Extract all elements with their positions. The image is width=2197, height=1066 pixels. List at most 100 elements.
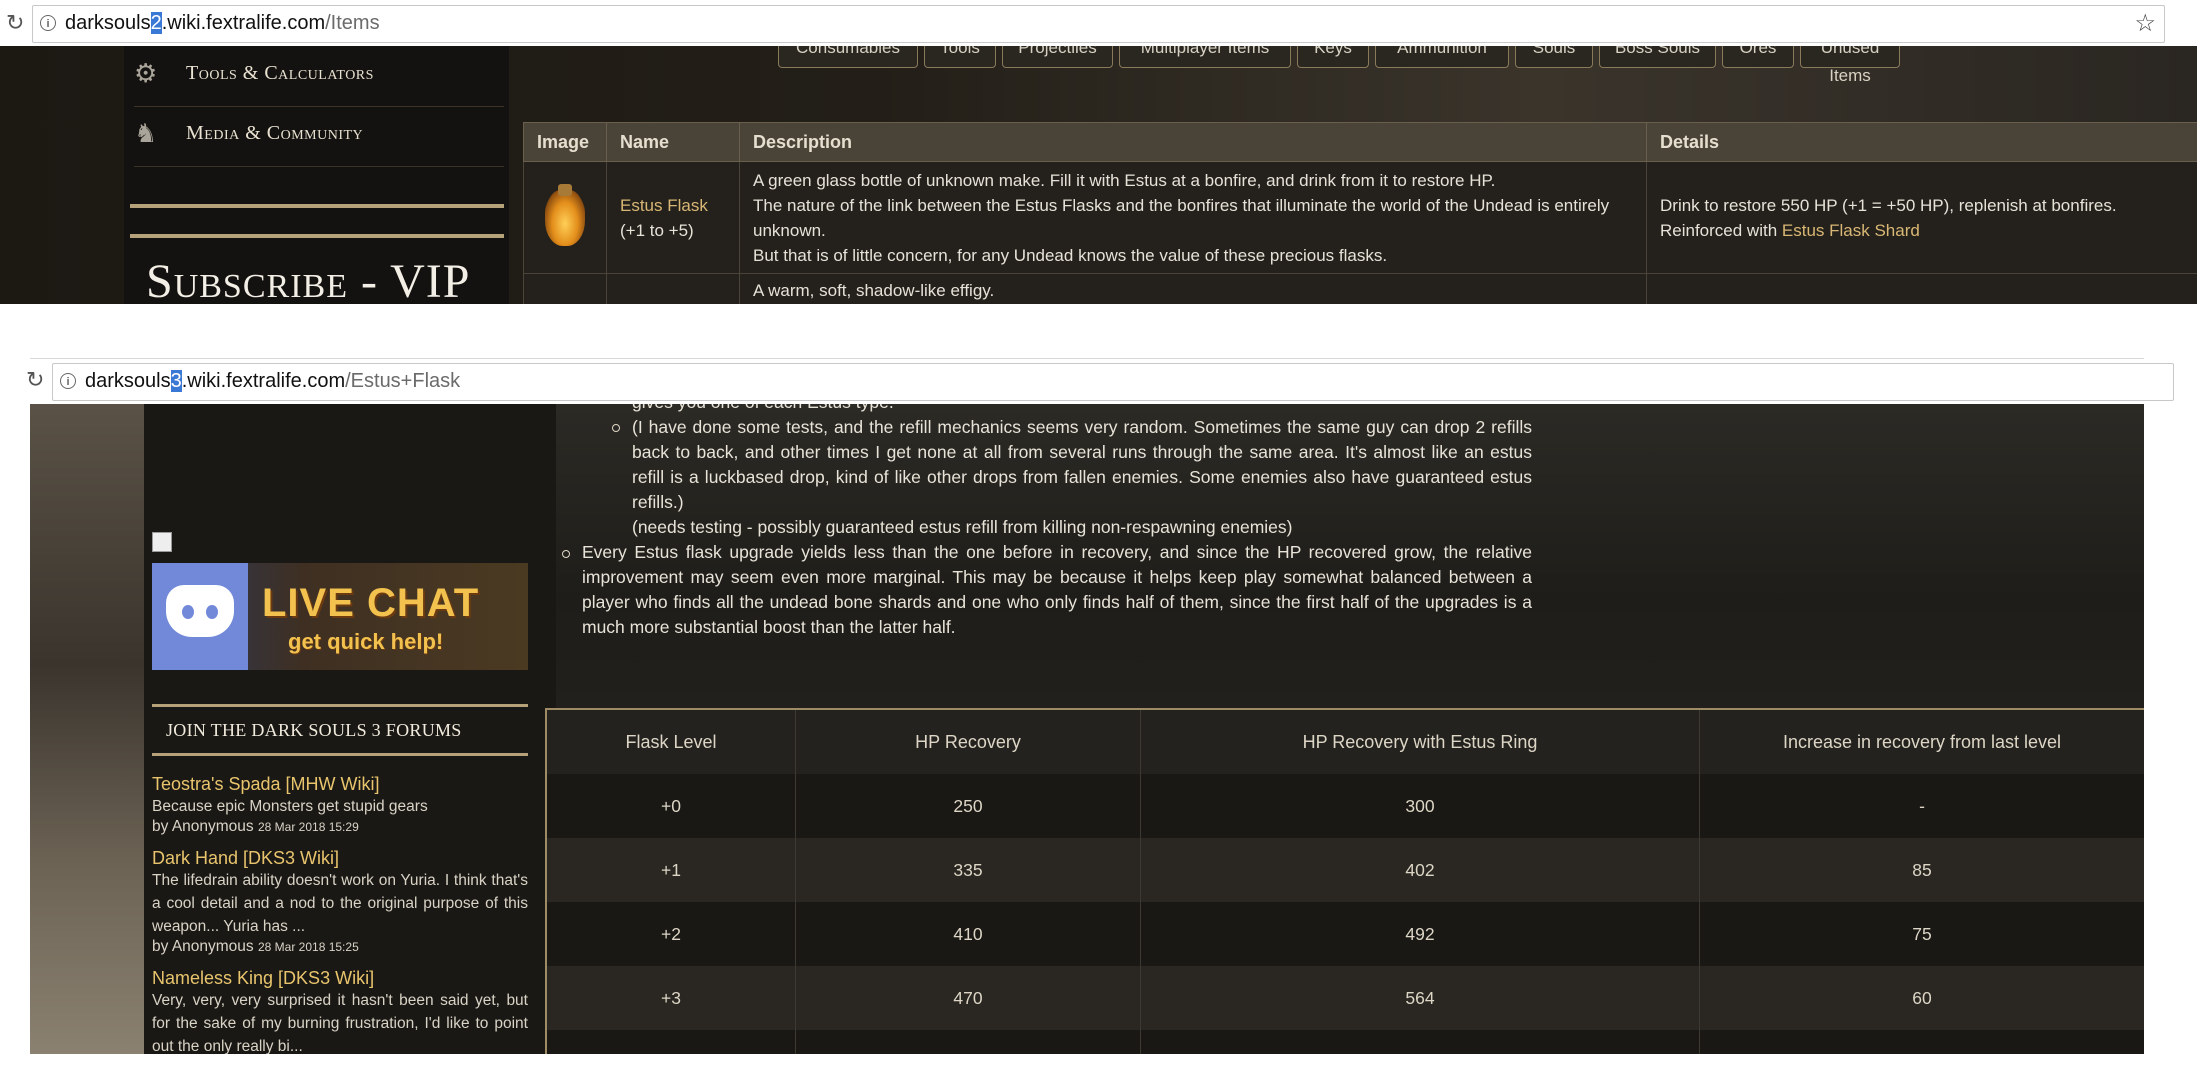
forum-post-byline: by Anonymous 28 Mar 2018 15:29 — [152, 818, 359, 835]
item-description-cell: A warm, soft, shadow-like effigy. — [739, 273, 1647, 304]
col-header-image[interactable]: Image — [523, 122, 607, 162]
info-icon[interactable]: i — [40, 15, 56, 31]
tab-ores[interactable]: Ores — [1722, 46, 1794, 68]
item-image-cell — [523, 161, 607, 274]
increase-cell: 85 — [1699, 838, 2144, 902]
increase-cell: - — [1699, 774, 2144, 838]
hp-cell: 250 — [795, 774, 1141, 838]
table-row: +4 515 618 45 — [546, 1030, 2144, 1054]
broken-image-icon — [152, 532, 172, 552]
table-row: +3 470 564 60 — [546, 966, 2144, 1030]
tab-projectiles[interactable]: Projectiles — [1002, 46, 1113, 68]
increase-cell: 75 — [1699, 902, 2144, 966]
col-header-hp-recovery[interactable]: HP Recovery — [795, 709, 1141, 774]
top-address-bar: ↻ i darksouls2.wiki.fextralife.com/Items… — [0, 0, 2197, 47]
item-description-cell: A green glass bottle of unknown make. Fi… — [739, 161, 1647, 274]
hp-ring-cell: 300 — [1140, 774, 1700, 838]
forum-post-body: Because epic Monsters get stupid gears — [152, 798, 428, 815]
divider — [130, 204, 504, 208]
tab-consumables[interactable]: Consumables — [778, 46, 918, 68]
live-chat-banner[interactable]: LIVE CHAT get quick help! — [152, 563, 528, 670]
reload-icon[interactable]: ↻ — [6, 10, 24, 36]
estus-flask-image[interactable] — [545, 183, 585, 246]
tab-souls[interactable]: Souls — [1515, 46, 1593, 68]
ds3-page: LIVE CHAT get quick help! JOIN THE DARK … — [30, 404, 2144, 1054]
note-text: (I have done some tests, and the refill … — [632, 417, 1532, 512]
description-line: The nature of the link between the Estus… — [753, 195, 1610, 240]
live-chat-title: LIVE CHAT — [262, 581, 480, 625]
sidebar-item-media[interactable]: ♞ Media & Community — [134, 106, 504, 167]
note-text: gives you one of each Estus type. — [632, 404, 1532, 415]
sidebar-item-tools[interactable]: ⚙ Tools & Calculators — [134, 46, 504, 107]
flask-level-cell: +1 — [546, 838, 796, 902]
hp-ring-cell: 564 — [1140, 966, 1700, 1030]
tab-tools[interactable]: Tools — [924, 46, 996, 68]
top-url-field[interactable]: i darksouls2.wiki.fextralife.com/Items ☆ — [32, 5, 2165, 43]
forum-post-title[interactable]: Nameless King [DKS3 Wiki] — [152, 968, 528, 989]
top-url-text: darksouls2.wiki.fextralife.com/Items — [65, 12, 380, 34]
forum-post: Teostra's Spada [MHW Wiki] Because epic … — [152, 774, 528, 836]
item-upgrade-range: (+1 to +5) — [620, 220, 694, 240]
forum-post-byline: by Anonymous 28 Mar 2018 15:25 — [152, 938, 359, 955]
table-row: Estus Flask (+1 to +5) A green glass bott… — [523, 161, 2197, 274]
col-header-increase[interactable]: Increase in recovery from last level — [1699, 709, 2144, 774]
hp-ring-cell: 492 — [1140, 902, 1700, 966]
forum-post-title[interactable]: Dark Hand [DKS3 Wiki] — [152, 848, 528, 869]
item-details-cell — [1646, 273, 2197, 304]
reload-icon[interactable]: ↻ — [26, 367, 44, 393]
col-header-name[interactable]: Name — [606, 122, 740, 162]
hp-cell: 515 — [795, 1030, 1141, 1054]
description-line: But that is of little concern, for any U… — [753, 245, 1388, 265]
info-icon[interactable]: i — [60, 373, 76, 389]
bottom-address-bar: ↻ i darksouls3.wiki.fextralife.com/Estus… — [26, 358, 2174, 405]
estus-flask-link[interactable]: Estus Flask — [620, 196, 708, 215]
bottom-url-field[interactable]: i darksouls3.wiki.fextralife.com/Estus+F… — [52, 363, 2174, 401]
details-prefix: Reinforced with — [1660, 220, 1782, 240]
ds2-items-table: Image Name Description Details Estus Fla… — [523, 122, 2197, 304]
live-chat-subtitle: get quick help! — [288, 629, 444, 654]
sidebar-item-label: Tools & Calculators — [186, 62, 374, 84]
tab-multiplayer-items[interactable]: Multiplayer Items — [1119, 46, 1291, 68]
details-line: Drink to restore 550 HP (+1 = +50 HP), r… — [1660, 195, 2117, 215]
forum-post: Dark Hand [DKS3 Wiki] The lifedrain abil… — [152, 848, 528, 956]
col-header-hp-recovery-ring[interactable]: HP Recovery with Estus Ring — [1140, 709, 1700, 774]
hp-cell: 410 — [795, 902, 1141, 966]
hp-ring-cell: 402 — [1140, 838, 1700, 902]
forum-title: JOIN THE DARK SOULS 3 FORUMS — [166, 720, 462, 740]
flask-level-cell: +3 — [546, 966, 796, 1030]
increase-cell: 45 — [1699, 1030, 2144, 1054]
subscribe-vip-banner[interactable]: Subscribe - VIP — [146, 254, 470, 304]
hp-cell: 470 — [795, 966, 1141, 1030]
table-row: A warm, soft, shadow-like effigy. — [523, 273, 2197, 304]
ds2-page: ⚙ Tools & Calculators ♞ Media & Communit… — [0, 46, 2197, 304]
ds2-sidebar: ⚙ Tools & Calculators ♞ Media & Communit… — [124, 46, 509, 304]
bookmark-star-icon[interactable]: ☆ — [2134, 9, 2156, 38]
forum-post-title[interactable]: Teostra's Spada [MHW Wiki] — [152, 774, 528, 795]
item-details-cell: Drink to restore 550 HP (+1 = +50 HP), r… — [1646, 161, 2197, 274]
estus-hp-table: Flask Level HP Recovery HP Recovery with… — [545, 708, 2144, 1054]
col-header-description[interactable]: Description — [739, 122, 1647, 162]
bullet-icon — [562, 550, 570, 558]
forum-widget: JOIN THE DARK SOULS 3 FORUMS Teostra's S… — [152, 704, 528, 1054]
hp-cell: 335 — [795, 838, 1141, 902]
tab-boss-souls[interactable]: Boss Souls — [1599, 46, 1716, 68]
forum-header[interactable]: JOIN THE DARK SOULS 3 FORUMS — [152, 704, 528, 756]
estus-flask-shard-link[interactable]: Estus Flask Shard — [1782, 221, 1920, 240]
flask-level-cell: +0 — [546, 774, 796, 838]
background-art — [30, 404, 144, 1054]
table-row: +1 335 402 85 — [546, 838, 2144, 902]
sidebar-item-label: Media & Community — [186, 122, 364, 144]
forum-post-body: The lifedrain ability doesn't work on Yu… — [152, 872, 528, 935]
tab-keys[interactable]: Keys — [1297, 46, 1369, 68]
hp-ring-cell: 618 — [1140, 1030, 1700, 1054]
tab-ammunition[interactable]: Ammunition — [1375, 46, 1509, 68]
forum-post: Nameless King [DKS3 Wiki] Very, very, ve… — [152, 968, 528, 1054]
tab-unused-items[interactable]: Unused Items — [1800, 46, 1900, 85]
bottom-url-text: darksouls3.wiki.fextralife.com/Estus+Fla… — [85, 370, 461, 392]
bullet-icon — [612, 424, 620, 432]
note-text: (needs testing - possibly guaranteed est… — [632, 517, 1293, 537]
col-header-flask-level[interactable]: Flask Level — [546, 709, 796, 774]
col-header-details[interactable]: Details — [1646, 122, 2197, 162]
item-name-cell — [606, 273, 740, 304]
gears-icon: ⚙ — [134, 58, 158, 88]
